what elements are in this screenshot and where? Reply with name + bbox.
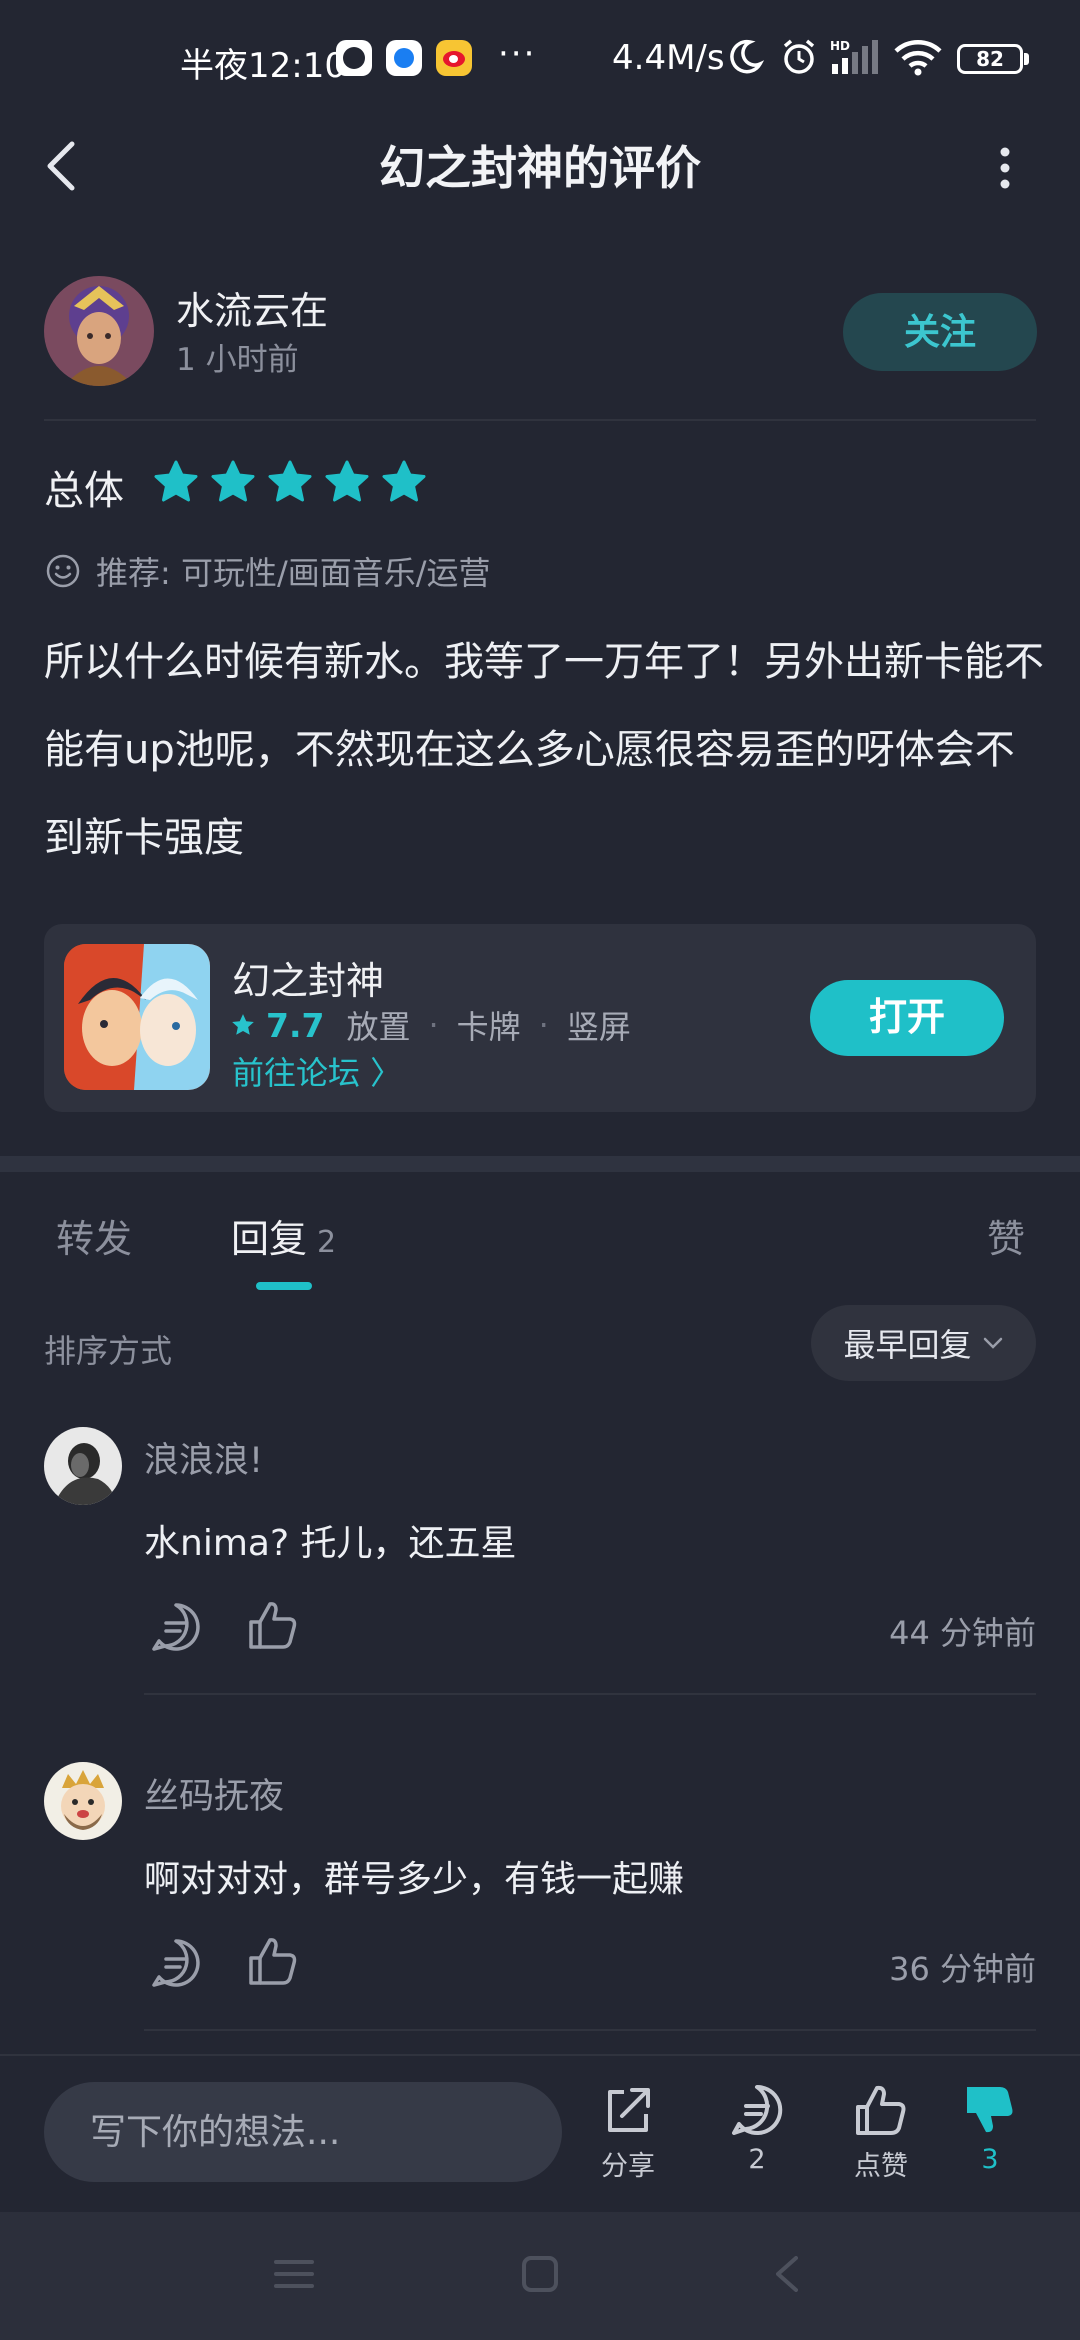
moon-icon	[730, 39, 764, 74]
reply-icon[interactable]	[149, 1936, 203, 1990]
divider	[44, 419, 1036, 421]
comment-count-button[interactable]: 2	[702, 2082, 812, 2175]
share-label: 分享	[601, 2151, 655, 2182]
dislike-button[interactable]: 3	[935, 2082, 1045, 2175]
star-icon	[382, 460, 426, 502]
comment-icon	[732, 2084, 783, 2135]
tab-reply-label: 回复	[231, 1217, 308, 1261]
comment-time: 36 分钟前	[889, 1950, 1036, 1988]
review-time: 1 小时前	[176, 342, 299, 378]
thumbs-up-icon	[856, 2085, 906, 2135]
game-tag: 放置	[346, 1008, 411, 1046]
commenter-avatar[interactable]	[44, 1427, 122, 1505]
alarm-icon	[783, 39, 815, 74]
sort-label: 排序方式	[44, 1332, 173, 1370]
like-button[interactable]: 点赞	[826, 2082, 936, 2183]
more-notifications: ···	[498, 34, 537, 74]
star-icon	[268, 460, 312, 502]
comment-text: 水nima? 托儿，还五星	[144, 1523, 517, 1564]
wifi-icon	[894, 40, 942, 76]
smile-icon	[46, 554, 80, 588]
section-divider	[0, 1156, 1080, 1172]
reply-icon[interactable]	[149, 1600, 203, 1654]
comment-count: 2	[748, 2144, 766, 2175]
sort-selected: 最早回复	[843, 1326, 972, 1364]
status-bar: 半夜12:10 ··· 4.4M/s HD 82	[0, 0, 1080, 120]
comment-time: 44 分钟前	[889, 1614, 1036, 1652]
tab-indicator	[256, 1282, 312, 1290]
author-name[interactable]: 水流云在	[176, 280, 328, 335]
forum-link[interactable]: 前往论坛 〉	[232, 1048, 402, 1094]
chevron-down-icon	[983, 1337, 1002, 1349]
tab-like[interactable]: 赞	[987, 1208, 1025, 1263]
comment-input[interactable]	[44, 2082, 562, 2182]
star-icon	[154, 460, 198, 502]
comment-text: 啊对对对，群号多少，有钱一起赚	[144, 1859, 685, 1900]
net-speed: 4.4M/s	[612, 38, 725, 78]
battery-icon: 82	[957, 44, 1023, 74]
comment-divider	[144, 1693, 1036, 1695]
game-tag: 卡牌	[456, 1008, 521, 1046]
star-icon	[232, 1014, 254, 1035]
commenter-name[interactable]: 丝码抚夜	[144, 1768, 284, 1819]
review-body: 所以什么时候有新水。我等了一万年了！另外出新卡能不能有up池呢，不然现在这么多心…	[44, 639, 1044, 861]
status-time: 半夜12:10	[180, 46, 346, 86]
game-score: 7.7	[266, 1005, 325, 1045]
thumbs-up-icon[interactable]	[246, 1934, 300, 1988]
thumbs-up-icon[interactable]	[246, 1598, 300, 1652]
thumbs-down-filled-icon	[967, 2087, 1013, 2133]
sort-dropdown[interactable]: 最早回复	[811, 1305, 1036, 1381]
page-title: 幻之封神的评价	[379, 141, 701, 195]
white-circle-app-icon	[336, 40, 372, 76]
tag-separator: ·	[538, 1006, 549, 1044]
follow-button[interactable]: 关注	[843, 293, 1037, 371]
rating-label: 总体	[44, 468, 124, 514]
hd-signal-icon: HD	[830, 39, 878, 74]
game-meta: 7.7 放置 · 卡牌 · 竖屏	[230, 1002, 631, 1048]
battery-tip	[1024, 53, 1029, 65]
tab-reply-count: 2	[317, 1225, 337, 1260]
tag-separator: ·	[428, 1006, 439, 1044]
game-tag: 竖屏	[566, 1008, 631, 1046]
like-label: 点赞	[854, 2151, 908, 2182]
commenter-avatar[interactable]	[44, 1762, 122, 1840]
tab-reply[interactable]: 回复 2	[231, 1208, 336, 1263]
star-icon	[325, 460, 369, 502]
back-icon[interactable]	[764, 2252, 812, 2296]
commenter-name[interactable]: 浪浪浪!	[144, 1432, 263, 1483]
share-icon	[608, 2088, 650, 2132]
game-name[interactable]: 幻之封神	[232, 950, 384, 1005]
menu-icon[interactable]	[270, 2252, 318, 2296]
star-rating	[152, 458, 428, 508]
blue-app-icon	[386, 40, 422, 76]
more-vertical-icon[interactable]	[985, 140, 1025, 196]
recommend-text: 推荐: 可玩性/画面音乐/运营	[96, 554, 491, 592]
share-button[interactable]: 分享	[573, 2082, 683, 2183]
game-icon[interactable]	[64, 944, 210, 1090]
recommend-row: 推荐: 可玩性/画面音乐/运营	[44, 548, 491, 594]
open-game-button[interactable]: 打开	[810, 980, 1004, 1056]
dislike-count: 3	[981, 2144, 999, 2175]
author-avatar[interactable]	[44, 276, 154, 386]
comment-divider	[144, 2029, 1036, 2031]
star-icon	[211, 460, 255, 502]
weibo-icon	[436, 40, 472, 76]
home-icon[interactable]	[516, 2252, 564, 2296]
svg-text:HD: HD	[830, 39, 850, 53]
tab-forward[interactable]: 转发	[56, 1208, 132, 1263]
